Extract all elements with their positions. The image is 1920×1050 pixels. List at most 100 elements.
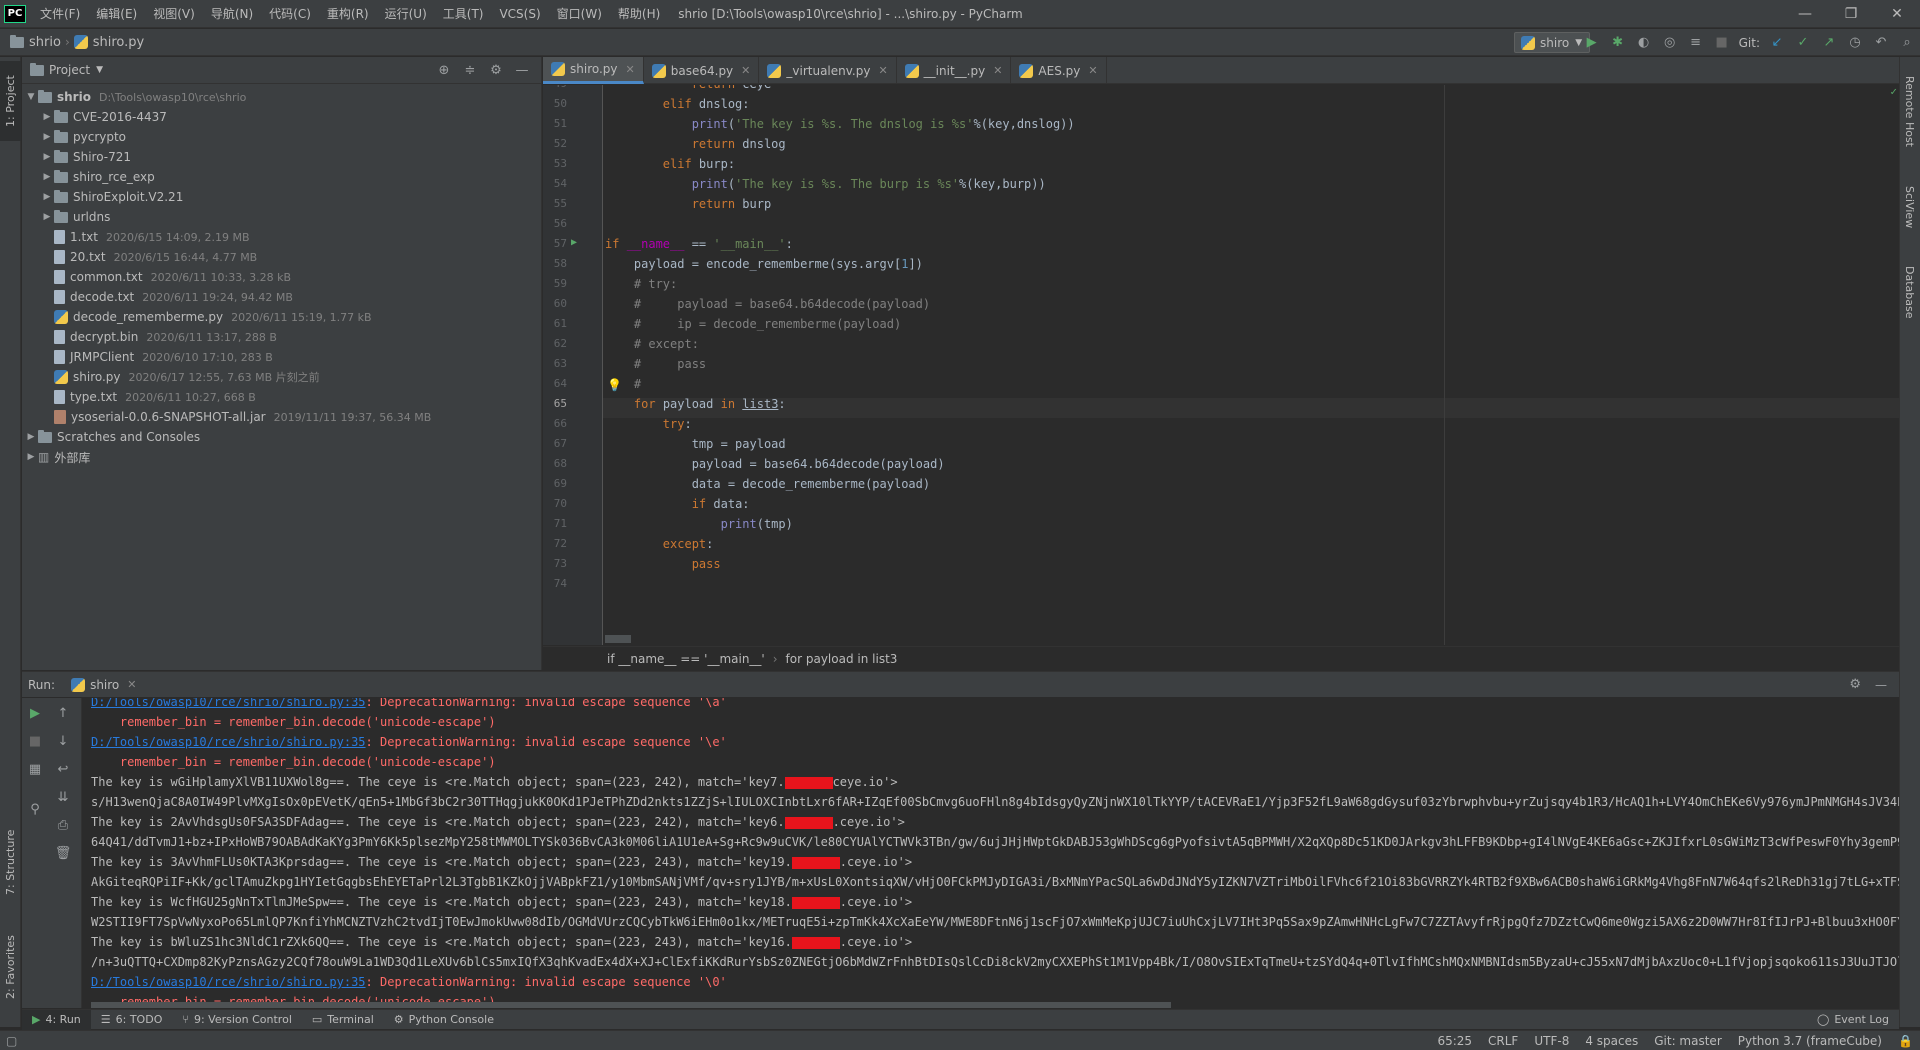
tool-tab-run[interactable]: ▶ 4: Run	[22, 1009, 91, 1030]
console-link[interactable]: D:/Tools/owasp10/rce/shrio/shiro.py:35	[91, 698, 366, 709]
close-tab-icon[interactable]: ✕	[1088, 64, 1097, 77]
status-git-branch[interactable]: Git: master	[1646, 1034, 1730, 1048]
git-update-icon[interactable]: ↙	[1764, 29, 1790, 56]
tree-file[interactable]: ysoserial-0.0.6-SNAPSHOT-all.jar 2019/11/…	[22, 407, 541, 427]
status-interpreter[interactable]: Python 3.7 (frameCube)	[1730, 1034, 1890, 1048]
horizontal-scrollbar[interactable]	[605, 635, 631, 643]
tree-file[interactable]: common.txt 2020/6/11 10:33, 3.28 kB	[22, 267, 541, 287]
layout-icon[interactable]: ▦	[24, 758, 46, 780]
tree-file[interactable]: JRMPClient 2020/6/10 17:10, 283 B	[22, 347, 541, 367]
menu-vcs[interactable]: VCS(S)	[491, 0, 548, 28]
up-arrow-icon[interactable]: ↑	[52, 702, 74, 724]
git-commit-icon[interactable]: ✓	[1790, 29, 1816, 56]
collapsed-arrow-icon[interactable]: ▶	[24, 452, 38, 462]
tab-shiro-py[interactable]: shiro.py ✕	[543, 57, 644, 84]
stop-icon[interactable]: ■	[1709, 29, 1735, 56]
rollback-icon[interactable]: ↶	[1868, 29, 1894, 56]
collapsed-arrow-icon[interactable]: ▶	[40, 152, 54, 162]
hide-icon[interactable]: —	[1875, 678, 1887, 692]
menu-file[interactable]: 文件(F)	[32, 0, 88, 28]
tree-file[interactable]: 1.txt 2020/6/15 14:09, 2.19 MB	[22, 227, 541, 247]
search-icon[interactable]: ⌕	[1894, 29, 1920, 56]
hide-icon[interactable]: —	[509, 63, 535, 78]
gear-icon[interactable]: ⚙	[1849, 677, 1861, 692]
status-caret-position[interactable]: 65:25	[1429, 1034, 1480, 1048]
tree-file[interactable]: decode.txt 2020/6/11 19:24, 94.42 MB	[22, 287, 541, 307]
menu-help[interactable]: 帮助(H)	[610, 0, 668, 28]
tool-tab-version-control[interactable]: ⑂ 9: Version Control	[172, 1010, 302, 1030]
rerun-icon[interactable]: ▶	[24, 702, 46, 724]
stop-icon[interactable]: ■	[24, 730, 46, 752]
collapsed-arrow-icon[interactable]: ▶	[24, 432, 38, 442]
tree-file[interactable]: type.txt 2020/6/11 10:27, 668 B	[22, 387, 541, 407]
menu-code[interactable]: 代码(C)	[261, 0, 319, 28]
console-link[interactable]: D:/Tools/owasp10/rce/shrio/shiro.py:35	[91, 975, 366, 989]
tree-external-libraries[interactable]: ▶ ▥ 外部库	[22, 447, 541, 467]
tool-tab-terminal[interactable]: ▭ Terminal	[302, 1010, 384, 1030]
clear-icon[interactable]: 🗑	[52, 842, 74, 864]
tree-folder[interactable]: ▶ ShiroExploit.V2.21	[22, 187, 541, 207]
tab-virtualenv-py[interactable]: _virtualenv.py ✕	[759, 57, 897, 84]
structure-tool-tab[interactable]: 7: Structure	[0, 817, 21, 907]
menu-navigate[interactable]: 导航(N)	[203, 0, 261, 28]
profile-icon[interactable]: ◎	[1657, 29, 1683, 56]
expanded-arrow-icon[interactable]: ▼	[24, 92, 38, 102]
run-icon[interactable]: ▶	[1579, 29, 1605, 56]
tool-tab-todo[interactable]: ☰ 6: TODO	[91, 1010, 173, 1030]
run-gutter-icon[interactable]: ▶	[571, 237, 577, 248]
git-push-icon[interactable]: ↗	[1816, 29, 1842, 56]
scroll-to-end-icon[interactable]: ⇊	[52, 786, 74, 808]
collapsed-arrow-icon[interactable]: ▶	[40, 212, 54, 222]
project-panel-title[interactable]: Project	[49, 63, 90, 77]
breadcrumb-file[interactable]: shiro.py	[70, 35, 149, 50]
collapsed-arrow-icon[interactable]: ▶	[40, 132, 54, 142]
close-tab-icon[interactable]: ✕	[878, 64, 887, 77]
tree-folder[interactable]: ▶ pycrypto	[22, 127, 541, 147]
remote-host-tool-tab[interactable]: Remote Host	[1899, 61, 1920, 161]
console-output[interactable]: D:/Tools/owasp10/rce/shrio/shiro.py:35: …	[83, 698, 1899, 1008]
menu-view[interactable]: 视图(V)	[145, 0, 203, 28]
menu-edit[interactable]: 编辑(E)	[88, 0, 145, 28]
status-line-separator[interactable]: CRLF	[1480, 1034, 1526, 1048]
console-horizontal-scrollbar[interactable]	[91, 1002, 1171, 1008]
status-encoding[interactable]: UTF-8	[1526, 1034, 1577, 1048]
close-tab-icon[interactable]: ✕	[741, 64, 750, 77]
concurrency-icon[interactable]: ≡	[1683, 29, 1709, 56]
tree-file[interactable]: decrypt.bin 2020/6/11 13:17, 288 B	[22, 327, 541, 347]
run-tab-shiro[interactable]: shiro	[90, 678, 119, 692]
tool-tab-event-log[interactable]: ◯ Event Log	[1807, 1010, 1899, 1030]
history-icon[interactable]: ◷	[1842, 29, 1868, 56]
collapsed-arrow-icon[interactable]: ▶	[40, 192, 54, 202]
status-indent[interactable]: 4 spaces	[1577, 1034, 1646, 1048]
tab-base64-py[interactable]: base64.py ✕	[644, 57, 760, 84]
debug-icon[interactable]: ✱	[1605, 29, 1631, 56]
minimize-icon[interactable]: —	[1782, 0, 1828, 28]
locate-icon[interactable]: ⊕	[431, 63, 457, 78]
close-tab-icon[interactable]: ✕	[993, 64, 1002, 77]
collapsed-arrow-icon[interactable]: ▶	[40, 112, 54, 122]
favorites-tool-tab[interactable]: 2: Favorites	[0, 917, 21, 1017]
menu-tools[interactable]: 工具(T)	[435, 0, 492, 28]
status-lock-icon[interactable]: 🔒	[1890, 1034, 1920, 1048]
inspection-ok-icon[interactable]: ✓	[1890, 85, 1897, 98]
tree-folder[interactable]: ▶ CVE-2016-4437	[22, 107, 541, 127]
sciview-tool-tab[interactable]: SciView	[1899, 172, 1920, 242]
breadcrumb-project[interactable]: shrio	[6, 34, 65, 50]
close-icon[interactable]: ✕	[1874, 0, 1920, 28]
close-tab-icon[interactable]: ✕	[127, 678, 136, 691]
console-link[interactable]: D:/Tools/owasp10/rce/shrio/shiro.py:35	[91, 735, 366, 749]
tree-file[interactable]: 20.txt 2020/6/15 16:44, 4.77 MB	[22, 247, 541, 267]
tree-folder[interactable]: ▶ Shiro-721	[22, 147, 541, 167]
menu-refactor[interactable]: 重构(R)	[319, 0, 377, 28]
soft-wrap-icon[interactable]: ↩	[52, 758, 74, 780]
collapse-all-icon[interactable]: ≑	[457, 63, 483, 78]
collapsed-arrow-icon[interactable]: ▶	[40, 172, 54, 182]
tool-tab-python-console[interactable]: ⚙ Python Console	[384, 1010, 504, 1030]
tab-aes-py[interactable]: AES.py ✕	[1011, 57, 1107, 84]
tree-folder[interactable]: ▶ shiro_rce_exp	[22, 167, 541, 187]
close-tab-icon[interactable]: ✕	[626, 63, 635, 76]
chevron-down-icon[interactable]: ▼	[96, 65, 103, 75]
status-window-icon[interactable]: ▢	[6, 1034, 17, 1048]
tree-folder[interactable]: ▶ urldns	[22, 207, 541, 227]
tree-root[interactable]: ▼ shrio D:\Tools\owasp10\rce\shrio	[22, 87, 541, 107]
